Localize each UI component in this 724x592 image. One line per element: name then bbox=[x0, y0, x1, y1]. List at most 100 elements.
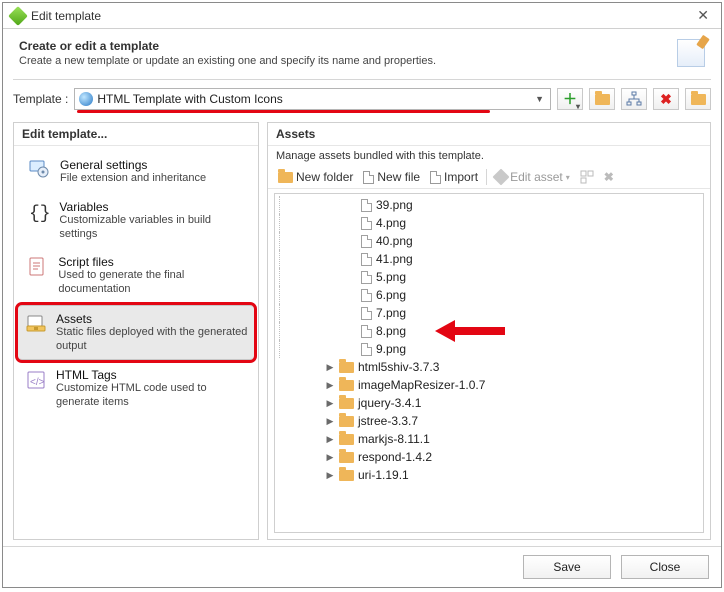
import-label: Import bbox=[444, 170, 478, 184]
close-icon[interactable]: ✕ bbox=[693, 7, 713, 24]
tree-file[interactable]: 8.png bbox=[275, 322, 703, 340]
tree-folder-name: markjs-8.11.1 bbox=[358, 432, 430, 446]
tree-folder[interactable]: ▶ imageMapResizer-1.0.7 bbox=[275, 376, 703, 394]
file-icon bbox=[361, 289, 372, 302]
file-icon bbox=[361, 307, 372, 320]
nav-item-title: HTML Tags bbox=[56, 368, 248, 382]
body: Edit template... General settings File e… bbox=[3, 118, 721, 546]
x-icon: ✖ bbox=[660, 91, 672, 108]
delete-button[interactable]: ✖ bbox=[653, 88, 679, 110]
tree-file[interactable]: 40.png bbox=[275, 232, 703, 250]
nav-item-assets[interactable]: Assets Static files deployed with the ge… bbox=[18, 305, 254, 361]
assets-toolbar: New folder New file Import Edit asset bbox=[268, 166, 710, 189]
edit-asset-label: Edit asset bbox=[510, 170, 563, 184]
tree-file[interactable]: 9.png bbox=[275, 340, 703, 358]
app-icon bbox=[8, 6, 28, 26]
tree-file-name: 5.png bbox=[376, 270, 406, 284]
new-folder-button[interactable]: New folder bbox=[274, 169, 357, 185]
nav-item-variables[interactable]: {} Variables Customizable variables in b… bbox=[18, 194, 254, 248]
nav-item-html-tags[interactable]: </> HTML Tags Customize HTML code used t… bbox=[18, 362, 254, 416]
tree-file-name: 40.png bbox=[376, 234, 413, 248]
hierarchy-button[interactable] bbox=[621, 88, 647, 110]
tags-icon: </> bbox=[24, 368, 48, 410]
header: Create or edit a template Create a new t… bbox=[3, 29, 721, 79]
annotation-underline bbox=[77, 110, 490, 113]
tree-folder[interactable]: ▶ respond-1.4.2 bbox=[275, 448, 703, 466]
template-edit-icon bbox=[677, 39, 705, 67]
nav-item-general-settings[interactable]: General settings File extension and inhe… bbox=[18, 152, 254, 192]
import-button[interactable]: Import bbox=[426, 169, 482, 185]
asset-tree[interactable]: 39.png 4.png 40.png 41.png 5.png 6.png 7… bbox=[274, 193, 704, 533]
chevron-right-icon[interactable]: ▶ bbox=[325, 434, 335, 445]
tree-file[interactable]: 39.png bbox=[275, 196, 703, 214]
window-title: Edit template bbox=[31, 9, 687, 23]
new-file-label: New file bbox=[377, 170, 420, 184]
template-dropdown[interactable]: HTML Template with Custom Icons ▼ bbox=[74, 88, 551, 110]
tree-file[interactable]: 41.png bbox=[275, 250, 703, 268]
tree-folder-name: jquery-3.4.1 bbox=[358, 396, 421, 410]
braces-icon: {} bbox=[24, 200, 51, 242]
left-panel: Edit template... General settings File e… bbox=[13, 122, 259, 540]
folder-icon bbox=[339, 362, 354, 373]
nav-item-script-files[interactable]: Script files Used to generate the final … bbox=[18, 249, 254, 303]
titlebar: Edit template ✕ bbox=[3, 3, 721, 29]
folder-icon bbox=[278, 172, 293, 183]
delete-asset-button[interactable]: ✖ bbox=[600, 169, 618, 185]
chevron-right-icon[interactable]: ▶ bbox=[325, 470, 335, 481]
edit-asset-button[interactable]: Edit asset ▾ bbox=[491, 169, 574, 185]
assets-icon bbox=[24, 312, 48, 354]
chevron-right-icon[interactable]: ▶ bbox=[325, 380, 335, 391]
add-button[interactable]: ＋▾ bbox=[557, 88, 583, 110]
tree-folder-name: imageMapResizer-1.0.7 bbox=[358, 378, 485, 392]
header-title: Create or edit a template bbox=[19, 39, 669, 53]
nav-item-desc: File extension and inheritance bbox=[60, 172, 206, 186]
folder-icon bbox=[339, 398, 354, 409]
chevron-down-icon: ▼ bbox=[533, 94, 546, 104]
tree-folder[interactable]: ▶ html5shiv-3.7.3 bbox=[275, 358, 703, 376]
tree-folder[interactable]: ▶ uri-1.19.1 bbox=[275, 466, 703, 484]
right-panel-title: Assets bbox=[268, 123, 710, 146]
chevron-right-icon[interactable]: ▶ bbox=[325, 416, 335, 427]
nav-item-title: Script files bbox=[58, 255, 248, 269]
separator bbox=[486, 169, 487, 185]
folder-icon bbox=[339, 470, 354, 481]
tree-folder[interactable]: ▶ jstree-3.3.7 bbox=[275, 412, 703, 430]
chevron-right-icon[interactable]: ▶ bbox=[325, 362, 335, 373]
tree-file[interactable]: 5.png bbox=[275, 268, 703, 286]
template-selected: HTML Template with Custom Icons bbox=[97, 92, 529, 106]
tree-file-name: 7.png bbox=[376, 306, 406, 320]
tree-file-name: 4.png bbox=[376, 216, 406, 230]
right-panel-subtitle: Manage assets bundled with this template… bbox=[268, 146, 710, 166]
open-folder-button[interactable] bbox=[589, 88, 615, 110]
header-subtitle: Create a new template or update an exist… bbox=[19, 55, 669, 67]
tree-file[interactable]: 6.png bbox=[275, 286, 703, 304]
chevron-right-icon[interactable]: ▶ bbox=[325, 452, 335, 463]
tree-folder-name: jstree-3.3.7 bbox=[358, 414, 418, 428]
script-icon bbox=[24, 255, 50, 297]
nav-item-desc: Static files deployed with the generated… bbox=[56, 326, 248, 354]
file-icon bbox=[361, 253, 372, 266]
pencil-icon bbox=[493, 169, 510, 186]
settings-icon bbox=[24, 158, 52, 186]
svg-text:</>: </> bbox=[30, 377, 45, 388]
import-icon bbox=[430, 171, 441, 184]
tree-file-name: 6.png bbox=[376, 288, 406, 302]
tree-file[interactable]: 7.png bbox=[275, 304, 703, 322]
layout-button[interactable] bbox=[576, 169, 598, 185]
chevron-right-icon[interactable]: ▶ bbox=[325, 398, 335, 409]
folder-icon bbox=[691, 94, 706, 105]
new-file-button[interactable]: New file bbox=[359, 169, 424, 185]
tree-file[interactable]: 4.png bbox=[275, 214, 703, 232]
tree-folder-name: respond-1.4.2 bbox=[358, 450, 432, 464]
tree-folder[interactable]: ▶ jquery-3.4.1 bbox=[275, 394, 703, 412]
folder-icon bbox=[339, 434, 354, 445]
left-panel-title: Edit template... bbox=[14, 123, 258, 146]
save-button[interactable]: Save bbox=[523, 555, 611, 579]
globe-icon bbox=[79, 92, 93, 106]
nav-item-desc: Used to generate the final documentation bbox=[58, 269, 248, 297]
browse-folder-button[interactable] bbox=[685, 88, 711, 110]
tree-folder[interactable]: ▶ markjs-8.11.1 bbox=[275, 430, 703, 448]
close-button[interactable]: Close bbox=[621, 555, 709, 579]
file-icon bbox=[361, 343, 372, 356]
right-panel: Assets Manage assets bundled with this t… bbox=[267, 122, 711, 540]
